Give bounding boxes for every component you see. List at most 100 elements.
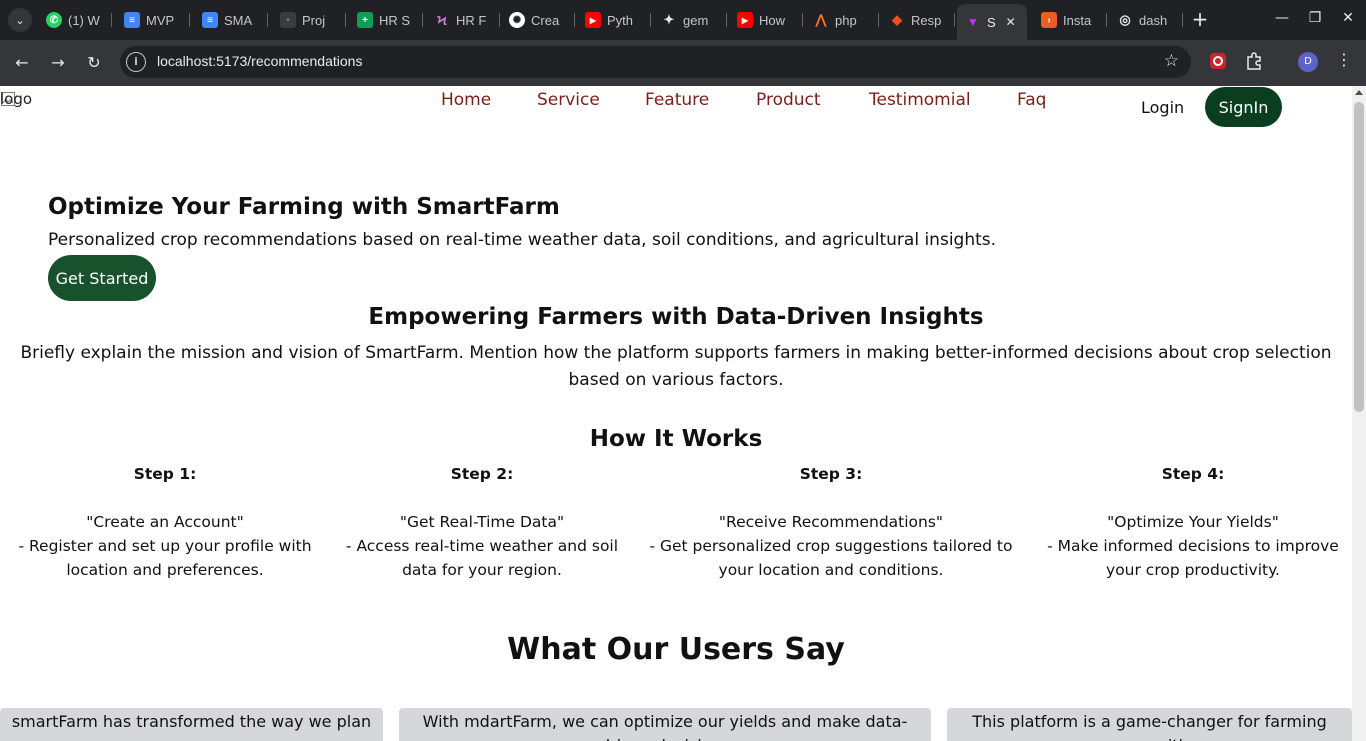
browser-tab[interactable]: ⋀ php	[813, 4, 879, 36]
browser-tab[interactable]: ▶ Pyth	[585, 4, 651, 36]
nav-product[interactable]: Product	[756, 90, 821, 110]
tab-title: S	[987, 14, 996, 30]
testimonial-card: With mdartFarm, we can optimize our yiel…	[399, 708, 931, 741]
browser-tab[interactable]: ▶ How	[737, 4, 803, 36]
address-bar[interactable]: i localhost:5173/recommendations ☆	[120, 46, 1191, 78]
maximize-icon[interactable]: ❐	[1305, 10, 1325, 26]
browser-tab[interactable]: ✆ (1) W	[46, 4, 112, 36]
tab-title: php	[835, 12, 857, 28]
extension-icon[interactable]	[1209, 52, 1229, 72]
browser-tab[interactable]: ≡ SMA	[202, 4, 268, 36]
figure-icon: Ϟ	[437, 12, 447, 28]
step-label: Step 4:	[1161, 465, 1225, 483]
site-info-icon[interactable]: i	[126, 52, 146, 72]
tab-search-button[interactable]: ⌄	[8, 8, 32, 32]
browser-tab[interactable]: ◆ Resp	[889, 4, 955, 36]
vite-icon: ▼	[967, 15, 979, 29]
step-name: "Optimize Your Yields"	[1107, 513, 1279, 531]
project-icon: •	[280, 12, 296, 28]
browser-tab[interactable]: ≡ MVP	[124, 4, 190, 36]
whatsapp-icon: ✆	[46, 12, 62, 28]
step-label: Step 3:	[799, 465, 863, 483]
step-description: - Get personalized crop suggestions tail…	[649, 537, 1013, 579]
tab-title: Pyth	[607, 12, 634, 28]
logo-alt-text: logo	[0, 90, 33, 108]
forward-arrow-icon[interactable]: →	[47, 52, 69, 74]
tab-title: SMA	[224, 12, 253, 28]
testimonial-card: This platform is a game-changer for farm…	[947, 708, 1352, 741]
step-description: - Make informed decisions to improve you…	[1047, 537, 1339, 579]
step-name: "Get Real-Time Data"	[399, 513, 565, 531]
browser-tab-strip: ⌄ ✆ (1) W ≡ MVP ≡ SMA • Proj + HR S Ϟ HR…	[0, 0, 1366, 40]
back-arrow-icon[interactable]: ←	[11, 52, 33, 74]
docs-icon: ≡	[124, 12, 140, 28]
step-label: Step 1:	[133, 465, 197, 483]
url-text[interactable]: localhost:5173/recommendations	[157, 53, 362, 69]
browser-tab[interactable]: ✦ gem	[661, 4, 727, 36]
step-description: - Access real-time weather and soil data…	[345, 537, 619, 579]
login-link[interactable]: Login	[1141, 98, 1184, 117]
tab-title: HR F	[456, 12, 487, 28]
tab-title: (1) W	[68, 12, 100, 28]
browser-tab[interactable]: Ϟ HR F	[434, 4, 500, 36]
step-card: Step 3: "Receive Recommendations" - Get …	[640, 462, 1022, 582]
testimonial-card: smartFarm has transformed the way we pla…	[0, 708, 383, 741]
nav-service[interactable]: Service	[537, 90, 600, 110]
close-window-icon[interactable]: ✕	[1338, 10, 1358, 26]
get-started-button[interactable]: Get Started	[48, 255, 156, 301]
testimonials-title: What Our Users Say	[507, 632, 845, 667]
page-viewport: logo Home Service Feature Product Testim…	[0, 86, 1352, 741]
minimize-icon[interactable]: —	[1272, 10, 1292, 26]
step-card: Step 1: "Create an Account" - Register a…	[14, 462, 316, 582]
scroll-up-arrow-icon[interactable]	[1355, 90, 1363, 95]
tab-title: MVP	[146, 12, 175, 28]
nav-testimonial[interactable]: Testimomial	[869, 90, 971, 110]
youtube-icon: ▶	[585, 12, 601, 28]
tab-title: Resp	[911, 12, 942, 28]
bookmark-star-icon[interactable]: ☆	[1164, 51, 1179, 71]
sheets-icon: +	[357, 12, 373, 28]
browser-tab[interactable]: › Insta	[1041, 4, 1107, 36]
new-tab-button[interactable]: +	[1190, 8, 1210, 32]
postman-icon: ›	[1041, 12, 1057, 28]
docs-icon: ≡	[202, 12, 218, 28]
browser-tab-active[interactable]: ▼ S ✕	[957, 4, 1027, 40]
reload-icon[interactable]: ↻	[83, 52, 105, 74]
tab-title: dash	[1139, 12, 1168, 28]
xampp-icon: ⋀	[815, 12, 827, 27]
step-card: Step 2: "Get Real-Time Data" - Access re…	[332, 462, 632, 582]
step-name: "Create an Account"	[86, 513, 244, 531]
step-description: - Register and set up your profile with …	[18, 537, 312, 579]
tab-title: gem	[683, 12, 709, 28]
how-it-works-title: How It Works	[589, 426, 763, 452]
step-card: Step 4: "Optimize Your Yields" - Make in…	[1035, 462, 1351, 582]
hero-subtitle: Personalized crop recommendations based …	[48, 230, 997, 250]
tab-title: Crea	[531, 12, 560, 28]
tab-title: Insta	[1063, 12, 1092, 28]
close-tab-icon[interactable]: ✕	[1006, 15, 1016, 29]
nav-faq[interactable]: Faq	[1017, 90, 1046, 110]
browser-tab[interactable]: + HR S	[357, 4, 423, 36]
step-name: "Receive Recommendations"	[718, 513, 944, 531]
site-logo[interactable]: logo	[0, 90, 32, 108]
page-scrollbar[interactable]	[1352, 86, 1366, 741]
tab-title: Proj	[302, 12, 326, 28]
youtube-icon: ▶	[737, 12, 753, 28]
browser-tab[interactable]: ✺ Crea	[509, 4, 575, 36]
figma-icon: ◆	[892, 12, 902, 27]
mission-title: Empowering Farmers with Data-Driven Insi…	[368, 304, 984, 330]
browser-tab[interactable]: • Proj	[280, 4, 346, 36]
openai-icon: ✺	[509, 12, 525, 28]
profile-avatar[interactable]: D	[1298, 52, 1318, 72]
browser-menu-icon[interactable]: ⋮	[1336, 50, 1352, 69]
browser-tab[interactable]: ◎ dash	[1117, 4, 1183, 36]
tab-title: HR S	[379, 12, 411, 28]
mission-text: Briefly explain the mission and vision o…	[20, 343, 1332, 390]
signin-button[interactable]: SignIn	[1205, 87, 1282, 127]
step-label: Step 2:	[450, 465, 514, 483]
nav-home[interactable]: Home	[441, 90, 491, 110]
tab-title: How	[759, 12, 786, 28]
nav-feature[interactable]: Feature	[645, 90, 709, 110]
scrollbar-thumb[interactable]	[1354, 102, 1364, 412]
extensions-puzzle-icon[interactable]	[1245, 52, 1265, 72]
